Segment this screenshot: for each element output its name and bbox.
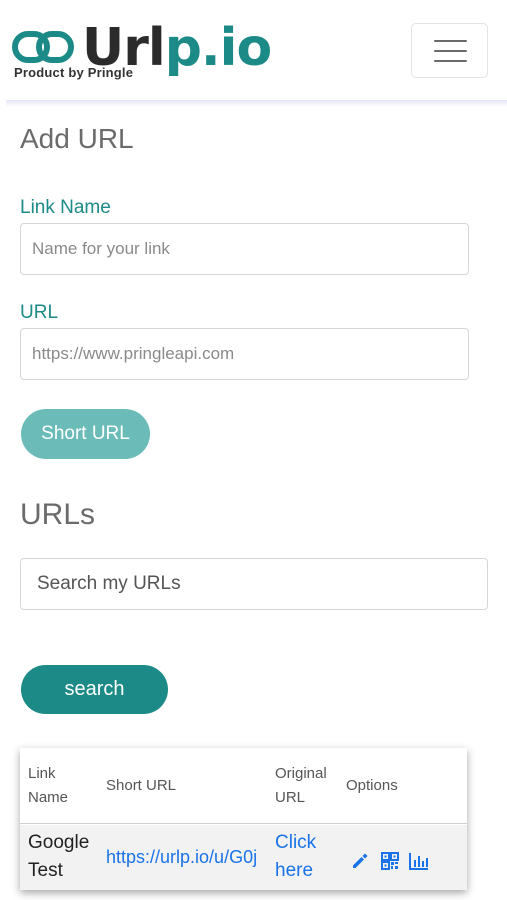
link-name-label: Link Name <box>20 197 111 218</box>
pencil-edit-icon[interactable] <box>350 851 370 871</box>
column-header-link-name: Link Name <box>28 765 69 806</box>
url-label: URL <box>20 302 59 323</box>
bar-chart-icon[interactable] <box>408 851 430 871</box>
link-name-input[interactable] <box>20 223 469 275</box>
urlp-logo[interactable]: Urlp.io Product by Pringle <box>12 18 272 84</box>
qr-code-icon[interactable] <box>380 851 400 871</box>
urls-heading: URLs <box>20 498 96 531</box>
navbar: Urlp.io Product by Pringle <box>0 0 507 103</box>
hamburger-line <box>434 60 467 62</box>
urls-table: Link Name Short URL Original URL Options… <box>20 748 467 890</box>
row-short-url-link[interactable]: https://urlp.io/u/G0j <box>106 843 276 871</box>
row-original-url-link[interactable]: Click here <box>275 829 345 885</box>
row-link-name: Google Test <box>28 832 90 881</box>
search-button[interactable]: search <box>21 665 168 714</box>
table-header: Link Name Short URL Original URL Options <box>20 748 467 824</box>
hamburger-menu-button[interactable] <box>411 23 488 78</box>
link-chain-icon <box>12 31 74 63</box>
add-url-heading: Add URL <box>20 123 134 154</box>
column-header-options: Options <box>346 777 398 794</box>
url-input[interactable] <box>20 328 469 380</box>
search-urls-input[interactable] <box>20 558 488 610</box>
column-header-original-url: Original URL <box>275 765 327 806</box>
hamburger-line <box>434 50 467 52</box>
table-row: Google Test https://urlp.io/u/G0j Click … <box>20 825 467 890</box>
short-url-button[interactable]: Short URL <box>21 409 150 459</box>
column-header-short-url: Short URL <box>106 777 177 794</box>
navbar-shadow <box>6 100 507 107</box>
logo-tagline: Product by Pringle <box>14 65 134 80</box>
hamburger-menu-icon <box>434 40 467 42</box>
